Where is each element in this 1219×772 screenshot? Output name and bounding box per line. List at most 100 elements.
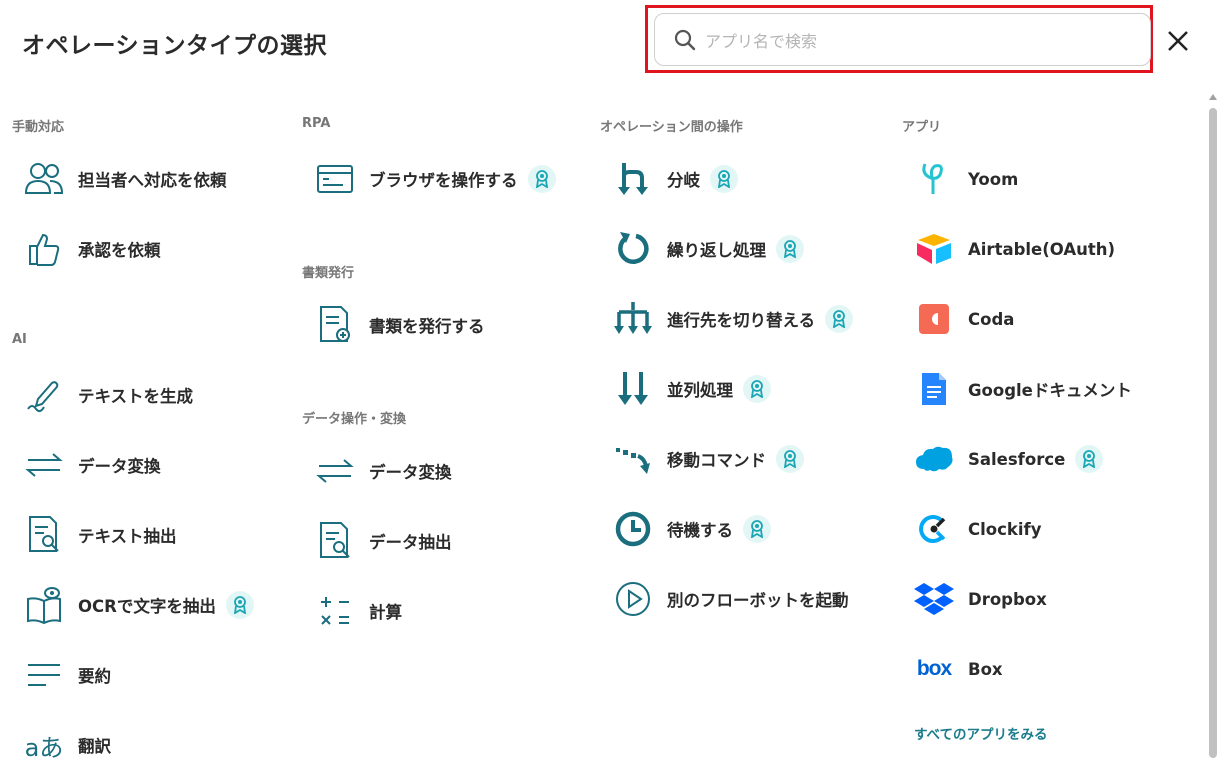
op-branch[interactable]: 分岐	[611, 156, 738, 202]
op-data-extract[interactable]: データ抽出	[313, 518, 452, 564]
op-label: 計算	[369, 603, 402, 622]
op-wait[interactable]: 待機する	[611, 506, 771, 552]
section-label-docs: 書類発行	[302, 266, 355, 281]
swap-arrows-icon	[313, 449, 357, 493]
section-label-data-ops: データ操作・変換	[302, 412, 407, 427]
app-box[interactable]: box Box	[912, 646, 1003, 692]
search-input[interactable]	[703, 24, 1127, 58]
op-browser-operation[interactable]: ブラウザを操作する	[313, 156, 556, 202]
yoom-logo-icon	[912, 157, 956, 201]
section-label-rpa: RPA	[302, 116, 331, 131]
swap-arrows-icon	[22, 443, 66, 487]
op-switch-path[interactable]: 進行先を切り替える	[611, 296, 854, 342]
premium-badge-icon	[710, 165, 738, 193]
op-assign-to-person[interactable]: 担当者へ対応を依頼	[22, 156, 227, 202]
op-translate[interactable]: aあ 翻訳	[22, 722, 111, 768]
airtable-logo-icon	[912, 227, 956, 271]
op-data-convert[interactable]: データ変換	[313, 448, 452, 494]
op-calculate[interactable]: 計算	[313, 588, 402, 634]
lines-icon	[22, 653, 66, 697]
document-search-icon	[313, 519, 357, 563]
search-box[interactable]	[654, 13, 1151, 66]
document-search-icon	[22, 513, 66, 557]
op-generate-text[interactable]: テキストを生成	[22, 372, 193, 418]
document-add-icon	[313, 303, 357, 347]
scrollbar[interactable]	[1207, 92, 1219, 772]
premium-badge-icon	[776, 235, 804, 263]
op-label: テキストを生成	[78, 387, 194, 406]
scroll-up-arrow-icon[interactable]	[1209, 94, 1217, 100]
op-request-approval[interactable]: 承認を依頼	[22, 226, 161, 272]
op-label: 要約	[78, 667, 111, 686]
app-label: Clockify	[968, 519, 1042, 539]
section-label-between-ops: オペレーション間の操作	[600, 120, 743, 135]
op-label: テキスト抽出	[78, 527, 177, 546]
op-issue-document[interactable]: 書類を発行する	[313, 302, 485, 348]
premium-badge-icon	[825, 305, 854, 333]
op-label: 翻訳	[78, 737, 111, 756]
op-label: 並列処理	[667, 381, 733, 400]
premium-badge-icon	[225, 591, 254, 619]
app-label: Airtable(OAuth)	[968, 239, 1116, 259]
calculator-icon	[313, 589, 357, 633]
op-label: 進行先を切り替える	[667, 311, 816, 330]
app-label: Googleドキュメント	[968, 381, 1132, 400]
clockify-logo-icon	[912, 507, 956, 551]
app-clockify[interactable]: Clockify	[912, 506, 1041, 552]
move-arrow-icon	[611, 437, 655, 481]
parallel-arrows-icon	[611, 367, 655, 411]
app-airtable[interactable]: Airtable(OAuth)	[912, 226, 1115, 272]
people-icon	[22, 157, 66, 201]
app-dropbox[interactable]: Dropbox	[912, 576, 1047, 622]
clock-icon	[611, 507, 655, 551]
app-label: Coda	[968, 309, 1015, 329]
app-salesforce[interactable]: Salesforce	[912, 436, 1104, 482]
thumbs-up-icon	[22, 227, 66, 271]
op-extract-text[interactable]: テキスト抽出	[22, 512, 177, 558]
app-label: Box	[968, 659, 1003, 679]
coda-logo-icon	[912, 297, 956, 341]
premium-badge-icon	[1075, 445, 1104, 473]
op-loop[interactable]: 繰り返し処理	[611, 226, 804, 272]
translate-icon: aあ	[24, 733, 64, 762]
google-docs-logo-icon	[912, 367, 956, 411]
close-icon[interactable]	[1163, 26, 1193, 56]
op-move-command[interactable]: 移動コマンド	[611, 436, 804, 482]
premium-badge-icon	[527, 165, 556, 193]
section-label-manual: 手動対応	[12, 120, 65, 135]
op-label: データ変換	[78, 457, 161, 476]
branch-icon	[611, 157, 655, 201]
scrollbar-thumb[interactable]	[1209, 108, 1217, 758]
premium-badge-icon	[776, 445, 804, 473]
box-logo-icon: box	[916, 657, 952, 680]
salesforce-logo-icon	[912, 437, 956, 481]
op-label: データ抽出	[369, 533, 452, 552]
op-label: 担当者へ対応を依頼	[78, 171, 227, 190]
app-label: Yoom	[968, 169, 1019, 189]
app-label: Salesforce	[968, 449, 1066, 469]
dialog-title: オペレーションタイプの選択	[22, 33, 328, 59]
op-label: データ変換	[369, 463, 452, 482]
op-label: 書類を発行する	[369, 317, 485, 336]
see-all-apps-link[interactable]: すべてのアプリをみる	[914, 723, 1048, 743]
premium-badge-icon	[743, 375, 771, 403]
op-summarize[interactable]: 要約	[22, 652, 111, 698]
premium-badge-icon	[743, 515, 771, 543]
op-label: 移動コマンド	[667, 451, 766, 470]
op-parallel[interactable]: 並列処理	[611, 366, 771, 412]
pen-icon	[22, 373, 66, 417]
app-coda[interactable]: Coda	[912, 296, 1014, 342]
op-ocr-extract[interactable]: OCRで文字を抽出	[22, 582, 254, 628]
op-label: 別のフローボットを起動	[667, 591, 849, 610]
op-launch-flowbot[interactable]: 別のフローボットを起動	[611, 576, 849, 622]
op-label: 待機する	[667, 521, 733, 540]
app-yoom[interactable]: Yoom	[912, 156, 1018, 202]
op-label: 承認を依頼	[78, 241, 161, 260]
browser-window-icon	[313, 157, 357, 201]
app-google-docs[interactable]: Googleドキュメント	[912, 366, 1132, 412]
section-label-apps: アプリ	[902, 120, 942, 135]
app-label: Dropbox	[968, 589, 1047, 609]
play-circle-icon	[611, 577, 655, 621]
op-ai-data-convert[interactable]: データ変換	[22, 442, 161, 488]
loop-icon	[611, 227, 655, 271]
